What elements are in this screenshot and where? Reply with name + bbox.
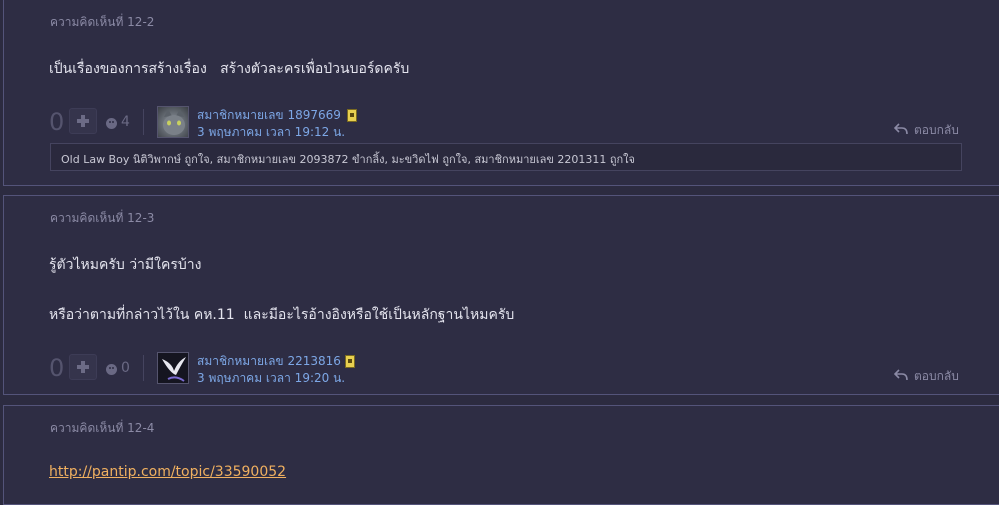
comment-time[interactable]: 3 พฤษภาคม เวลา 19:12 น. [197, 123, 345, 142]
reply-label: ตอบกลับ [914, 369, 959, 383]
emotion-count[interactable]: 0 [121, 360, 130, 376]
topic-link[interactable]: http://pantip.com/topic/33590052 [49, 464, 286, 480]
divider [143, 355, 144, 381]
avatar[interactable] [157, 352, 189, 384]
emotion-icon[interactable] [106, 364, 117, 375]
emotion-count[interactable]: 4 [121, 114, 130, 130]
member-badge-icon [345, 355, 355, 368]
comment-12-3: ความคิดเห็นที่ 12-3 รู้ตัวไหมครับ ว่ามีใ… [3, 195, 999, 395]
comment-label: ความคิดเห็นที่ 12-2 [50, 15, 155, 29]
comment-12-4: ความคิดเห็นที่ 12-4 http://pantip.com/to… [3, 405, 999, 505]
avatar[interactable] [157, 106, 189, 138]
emotion-icon[interactable] [106, 118, 117, 129]
comment-12-2: ความคิดเห็นที่ 12-2 เป็นเรื่องของการสร้า… [3, 0, 999, 186]
comment-text: หรือว่าตามที่กล่าวไว้ใน คห.11 และมีอะไรอ… [49, 307, 515, 323]
divider [143, 109, 144, 135]
comment-label: ความคิดเห็นที่ 12-3 [50, 211, 155, 225]
comment-text: รู้ตัวไหมครับ ว่ามีใครบ้าง [49, 257, 202, 273]
comment-time[interactable]: 3 พฤษภาคม เวลา 19:20 น. [197, 369, 345, 388]
member-badge-icon [347, 109, 357, 122]
emotion-list: Old Law Boy นิติวิพากษ์ ถูกใจ, สมาชิกหมา… [50, 143, 962, 171]
reply-arrow-icon [894, 369, 908, 381]
plus-icon[interactable] [69, 108, 97, 134]
comment-label: ความคิดเห็นที่ 12-4 [50, 421, 155, 435]
reply-arrow-icon [894, 123, 908, 135]
comment-text: เป็นเรื่องของการสร้างเรื่อง สร้างตัวละคร… [49, 61, 410, 77]
plus-icon[interactable] [69, 354, 97, 380]
reply-label: ตอบกลับ [914, 123, 959, 137]
vote-count: 0 [49, 354, 65, 382]
vote-count: 0 [49, 108, 65, 136]
